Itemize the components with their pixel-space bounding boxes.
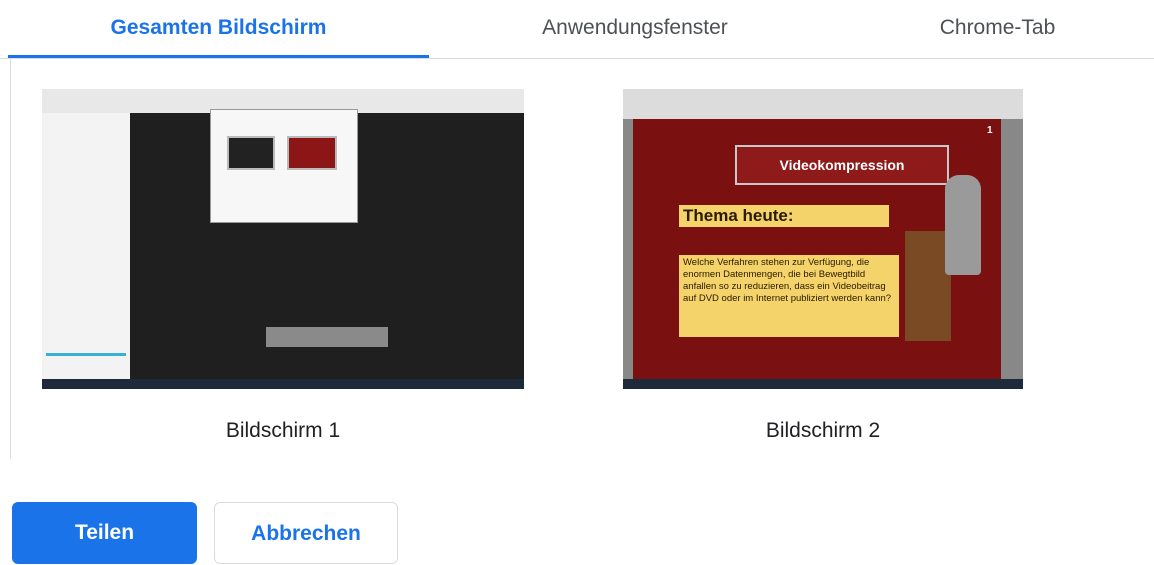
share-button[interactable]: Teilen <box>12 502 197 564</box>
cancel-button[interactable]: Abbrechen <box>214 502 398 564</box>
screen-1-caption: Bildschirm 1 <box>225 419 341 442</box>
thumbnail-screen-preview-b <box>287 136 337 170</box>
source-screen-1[interactable]: Bildschirm 1 <box>42 89 524 449</box>
thumbnail-floating-toolbar <box>266 327 388 347</box>
thumbnail-left-panel <box>623 119 633 379</box>
thumbnail-taskbar <box>42 379 524 389</box>
thumbnail-slide-body: Welche Verfahren stehen zur Verfügung, d… <box>679 255 899 337</box>
tab-entire-screen[interactable]: Gesamten Bildschirm <box>8 0 429 56</box>
source-tabs: Gesamten Bildschirm Anwendungsfenster Ch… <box>0 0 1154 59</box>
thumbnail-progress-bar <box>46 353 126 356</box>
thumbnail-right-panel <box>1001 119 1023 379</box>
source-list: Bildschirm 1 1 Videokompression Thema he… <box>10 59 1154 459</box>
screen-2-caption: Bildschirm 2 <box>765 419 881 442</box>
thumbnail-share-dialog <box>210 109 358 223</box>
thumbnail-taskbar <box>623 379 1023 389</box>
thumbnail-slide-theme: Thema heute: <box>679 205 889 227</box>
thumbnail-slide-title: Videokompression <box>735 145 949 185</box>
source-screen-2[interactable]: 1 Videokompression Thema heute: Welche V… <box>623 89 1023 449</box>
active-tab-indicator <box>8 55 429 58</box>
screen-2-thumbnail: 1 Videokompression Thema heute: Welche V… <box>623 89 1023 389</box>
tab-chrome-tab[interactable]: Chrome-Tab <box>841 0 1154 56</box>
thumbnail-screen-preview-a <box>227 136 275 170</box>
tab-application-window[interactable]: Anwendungsfenster <box>429 0 841 56</box>
thumbnail-app-toolbar <box>623 89 1023 119</box>
thumbnail-sidebar <box>42 113 130 379</box>
screen-1-thumbnail <box>42 89 524 389</box>
thumbnail-slide-number: 1 <box>987 125 993 136</box>
thumbnail-presenter-illustration <box>945 175 981 275</box>
